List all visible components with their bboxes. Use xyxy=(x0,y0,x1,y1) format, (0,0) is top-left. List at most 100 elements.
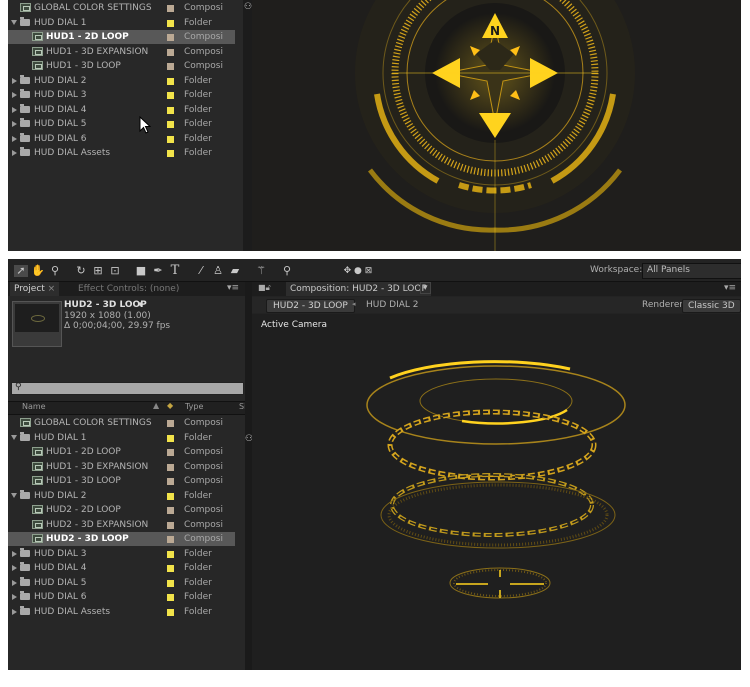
disclosure-closed-icon[interactable] xyxy=(12,121,17,127)
label-color-swatch[interactable] xyxy=(167,550,174,558)
label-color-swatch[interactable] xyxy=(167,463,174,471)
disclosure-closed-icon[interactable] xyxy=(12,150,17,156)
type-tool-icon[interactable]: T xyxy=(168,264,182,277)
label-color-swatch[interactable] xyxy=(167,594,174,601)
project-search-field[interactable]: ⚲ xyxy=(11,382,244,395)
sort-arrow-icon[interactable]: ▲ xyxy=(153,401,159,410)
disclosure-closed-icon[interactable] xyxy=(12,106,17,113)
disclosure-closed-icon[interactable] xyxy=(12,92,17,98)
label-color-swatch[interactable] xyxy=(167,492,174,500)
composition-row[interactable]: GLOBAL COLOR SETTINGS Composi xyxy=(8,1,235,15)
tab-composition[interactable]: Composition: HUD2 - 3D LOOP xyxy=(286,282,431,296)
zoom-tool-icon[interactable]: ⚲ xyxy=(48,265,62,277)
column-header-type[interactable]: Type xyxy=(185,402,203,411)
rectangle-tool-icon[interactable]: ■ xyxy=(134,265,148,277)
label-color-swatch[interactable] xyxy=(167,34,174,41)
disclosure-closed-icon[interactable] xyxy=(12,565,17,571)
composition-row[interactable]: HUD1 - 3D LOOP Composi xyxy=(8,474,235,488)
tab-project[interactable]: Project × xyxy=(10,282,60,296)
label-color-swatch[interactable] xyxy=(167,135,174,143)
label-color-swatch[interactable] xyxy=(167,63,174,70)
label-tag-icon[interactable]: ◆ xyxy=(167,401,173,410)
tab-effect-controls[interactable]: Effect Controls: (none) xyxy=(74,282,183,296)
folder-row[interactable]: HUD DIAL 4 Folder xyxy=(8,561,235,575)
hand-tool-icon[interactable]: ✋ xyxy=(31,265,45,277)
folder-row[interactable]: HUD DIAL 3 Folder xyxy=(8,88,235,102)
folder-row[interactable]: HUD DIAL 5 Folder xyxy=(8,117,235,131)
folder-row[interactable]: HUD DIAL 2 Folder xyxy=(8,74,235,88)
disclosure-closed-icon[interactable] xyxy=(12,579,17,586)
label-color-swatch[interactable] xyxy=(167,434,174,442)
top-panel-divider[interactable]: ⚇ xyxy=(243,0,252,251)
label-color-swatch[interactable] xyxy=(167,507,174,514)
label-color-swatch[interactable] xyxy=(167,536,174,543)
pen-tool-icon[interactable]: ✒ xyxy=(151,265,165,277)
disclosure-closed-icon[interactable] xyxy=(12,594,17,600)
roto-brush-tool-icon[interactable]: ⚚ xyxy=(254,265,268,277)
composition-row[interactable]: GLOBAL COLOR SETTINGS Composi xyxy=(8,416,235,430)
brush-tool-icon[interactable]: ⁄ xyxy=(194,265,208,277)
column-header-name[interactable]: Name xyxy=(22,402,46,411)
folder-row[interactable]: HUD DIAL Assets Folder xyxy=(8,146,235,160)
item-dropdown-arrow-icon[interactable]: ▾ xyxy=(138,300,143,310)
disclosure-closed-icon[interactable] xyxy=(12,77,17,84)
composition-row[interactable]: HUD2 - 2D LOOP Composi xyxy=(8,503,235,517)
label-color-swatch[interactable] xyxy=(167,565,174,572)
label-color-swatch[interactable] xyxy=(167,449,174,456)
folder-row[interactable]: HUD DIAL 6 Folder xyxy=(8,590,235,604)
clone-stamp-tool-icon[interactable]: ♙ xyxy=(211,265,225,277)
label-color-swatch[interactable] xyxy=(167,121,174,128)
disclosure-open-icon[interactable] xyxy=(11,19,17,25)
camera-tool-icon[interactable]: ⊞ xyxy=(91,265,105,277)
breadcrumb-parent[interactable]: HUD DIAL 2 xyxy=(366,300,419,310)
selection-tool-icon[interactable]: ➚ xyxy=(14,265,28,277)
folder-row[interactable]: HUD DIAL 2 Folder xyxy=(8,489,235,503)
folder-row[interactable]: HUD DIAL 5 Folder xyxy=(8,576,235,590)
panel-menu-icon[interactable]: ▾≡ xyxy=(227,283,239,293)
label-color-swatch[interactable] xyxy=(167,48,174,56)
puppet-pin-tool-icon[interactable]: ⚲ xyxy=(280,265,294,277)
composition-row[interactable]: HUD1 - 2D LOOP Composi xyxy=(8,30,235,44)
folder-row[interactable]: HUD DIAL Assets Folder xyxy=(8,605,235,619)
breadcrumb-current[interactable]: HUD2 - 3D LOOP xyxy=(266,299,355,313)
flowchart-icon[interactable]: ⚇ xyxy=(244,2,252,12)
folder-row[interactable]: HUD DIAL 6 Folder xyxy=(8,132,235,146)
label-color-swatch[interactable] xyxy=(167,150,174,157)
rotation-tool-icon[interactable]: ↻ xyxy=(74,265,88,277)
folder-row[interactable]: HUD DIAL 1 Folder xyxy=(8,16,235,30)
composition-row[interactable]: HUD1 - 3D EXPANSION Composi xyxy=(8,45,235,59)
composition-row[interactable]: HUD1 - 2D LOOP Composi xyxy=(8,445,235,459)
composition-dropdown-icon[interactable]: ▾ xyxy=(420,282,431,294)
folder-row[interactable]: HUD DIAL 4 Folder xyxy=(8,103,235,117)
label-color-swatch[interactable] xyxy=(167,420,174,427)
close-icon[interactable]: × xyxy=(48,284,56,294)
composition-row[interactable]: HUD1 - 3D LOOP Composi xyxy=(8,59,235,73)
disclosure-closed-icon[interactable] xyxy=(12,550,17,557)
disclosure-open-icon[interactable] xyxy=(11,434,17,440)
label-color-swatch[interactable] xyxy=(167,92,174,99)
label-color-swatch[interactable] xyxy=(167,521,174,529)
label-color-swatch[interactable] xyxy=(167,608,174,616)
workspace-dropdown[interactable]: All Panels xyxy=(642,263,741,279)
axis-mode-icons[interactable]: ✥ ● ⊠ xyxy=(340,265,376,277)
label-color-swatch[interactable] xyxy=(167,106,174,114)
pan-behind-tool-icon[interactable]: ⊡ xyxy=(108,265,122,277)
folder-row[interactable]: HUD DIAL 3 Folder xyxy=(8,547,235,561)
composition-row[interactable]: HUD1 - 3D EXPANSION Composi xyxy=(8,460,235,474)
composition-row[interactable]: HUD2 - 3D LOOP Composi xyxy=(8,532,235,546)
panel-menu-icon[interactable]: ▾≡ xyxy=(724,283,736,293)
lock-icon[interactable]: ■🔓︎ xyxy=(258,283,271,293)
eraser-tool-icon[interactable]: ▰ xyxy=(228,265,242,277)
composition-row[interactable]: HUD2 - 3D EXPANSION Composi xyxy=(8,518,235,532)
renderer-button[interactable]: Classic 3D xyxy=(682,299,741,313)
label-color-swatch[interactable] xyxy=(167,77,174,85)
disclosure-open-icon[interactable] xyxy=(11,492,17,498)
folder-row[interactable]: HUD DIAL 1 Folder xyxy=(8,431,235,445)
label-color-swatch[interactable] xyxy=(167,478,174,485)
label-color-swatch[interactable] xyxy=(167,579,174,587)
label-color-swatch[interactable] xyxy=(167,19,174,27)
label-color-swatch[interactable] xyxy=(167,5,174,12)
disclosure-closed-icon[interactable] xyxy=(12,135,17,142)
bottom-panel-divider[interactable]: ⚇ xyxy=(245,282,253,670)
disclosure-closed-icon[interactable] xyxy=(12,608,17,615)
